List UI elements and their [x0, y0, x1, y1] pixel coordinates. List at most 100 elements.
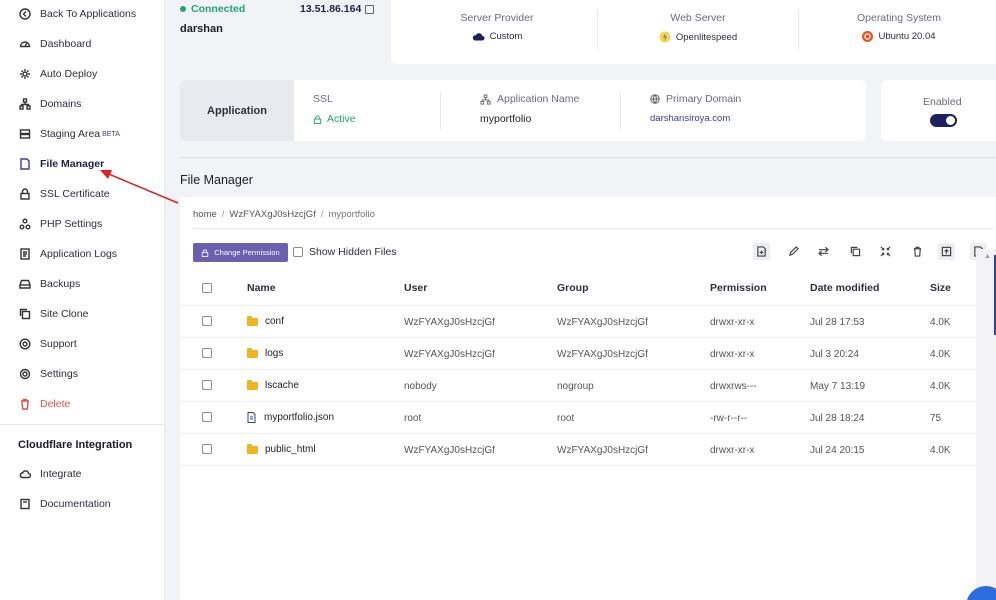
- row-checkbox[interactable]: [202, 348, 212, 358]
- column-header-name[interactable]: Name: [247, 282, 276, 294]
- file-name[interactable]: myportfolio.json: [264, 412, 334, 423]
- row-checkbox[interactable]: [202, 444, 212, 454]
- copy-icon: [18, 307, 32, 321]
- table-row[interactable]: conf WzFYAXgJ0sHzcjGf WzFYAXgJ0sHzcjGf d…: [180, 306, 976, 338]
- breadcrumb-current: myportfolio: [328, 209, 375, 220]
- sidebar-item-support[interactable]: Support: [0, 332, 165, 356]
- sidebar-item-backups[interactable]: Backups: [0, 272, 165, 296]
- cloud-icon: [472, 32, 485, 41]
- table-row[interactable]: public_html WzFYAXgJ0sHzcjGf WzFYAXgJ0sH…: [180, 434, 976, 466]
- file-group: nogroup: [557, 381, 594, 392]
- column-header-permission[interactable]: Permission: [710, 282, 767, 294]
- sidebar-item-application-logs[interactable]: Application Logs: [0, 242, 165, 266]
- select-all-checkbox[interactable]: [202, 283, 212, 296]
- sidebar-item-documentation[interactable]: Documentation: [0, 492, 165, 516]
- sidebar-item-delete[interactable]: Delete: [0, 392, 165, 416]
- folder-icon: [247, 379, 258, 390]
- tab-application[interactable]: Application: [180, 80, 294, 141]
- sidebar-item-label: Staging Area: [40, 128, 101, 140]
- sidebar-item-settings[interactable]: Settings: [0, 362, 165, 386]
- divider: [440, 92, 441, 130]
- divider: [620, 92, 621, 130]
- breadcrumb-home[interactable]: home: [193, 209, 217, 220]
- ssl-status: Active: [327, 113, 356, 125]
- status-dot-icon: [180, 6, 186, 12]
- divider: [193, 228, 993, 229]
- row-checkbox[interactable]: [202, 316, 212, 326]
- change-permission-button[interactable]: Change Permission: [193, 243, 288, 262]
- column-header-size[interactable]: Size: [930, 282, 951, 294]
- table-row[interactable]: myportfolio.json root root -rw-r--r-- Ju…: [180, 402, 976, 434]
- table-row[interactable]: logs WzFYAXgJ0sHzcjGf WzFYAXgJ0sHzcjGf d…: [180, 338, 976, 370]
- copy-icon[interactable]: [365, 4, 375, 14]
- file-name[interactable]: conf: [265, 316, 284, 327]
- move-icon[interactable]: [815, 243, 832, 260]
- file-group: WzFYAXgJ0sHzcjGf: [557, 349, 648, 360]
- column-header-group[interactable]: Group: [557, 282, 589, 294]
- sidebar-item-site-clone[interactable]: Site Clone: [0, 302, 165, 326]
- gauge-icon: [18, 37, 32, 51]
- ubuntu-icon: [862, 31, 874, 42]
- json-file-icon: [247, 412, 256, 423]
- sidebar-item-ssl-certificate[interactable]: SSL Certificate: [0, 182, 165, 206]
- table-row[interactable]: lscache nobody nogroup drwxrws--- May 7 …: [180, 370, 976, 402]
- file-name[interactable]: logs: [265, 348, 283, 359]
- file-permission: drwxr-xr-x: [710, 317, 755, 328]
- lock-icon: [18, 187, 32, 201]
- file-name[interactable]: lscache: [265, 380, 299, 391]
- file-user: nobody: [404, 381, 437, 392]
- breadcrumb-user[interactable]: WzFYAXgJ0sHzcjGf: [229, 209, 315, 220]
- row-checkbox[interactable]: [202, 380, 212, 390]
- sidebar-item-label: File Manager: [40, 158, 105, 170]
- primary-domain-link[interactable]: darshansiroya.com: [650, 113, 741, 124]
- delete-icon[interactable]: [909, 243, 926, 260]
- sidebar-item-integrate[interactable]: Integrate: [0, 462, 165, 486]
- cloud-icon: [18, 467, 32, 481]
- server-provider: Server Provider Custom: [397, 12, 597, 42]
- book-icon: [18, 497, 32, 511]
- folder-icon: [247, 315, 258, 326]
- sidebar-item-domains[interactable]: Domains: [0, 92, 165, 116]
- edit-icon[interactable]: [785, 243, 802, 260]
- breadcrumb-separator: /: [221, 209, 225, 220]
- enabled-card: Enabled: [881, 80, 996, 141]
- web-server-value: Openlitespeed: [675, 31, 738, 43]
- file-size: 4.0K: [930, 381, 951, 392]
- upload-icon[interactable]: [938, 243, 955, 260]
- hard-drive-icon: [18, 277, 32, 291]
- file-date-modified: Jul 3 20:24: [810, 349, 859, 360]
- copy-icon[interactable]: [847, 243, 864, 260]
- sidebar-item-label: PHP Settings: [40, 218, 103, 230]
- scrollbar[interactable]: [976, 249, 996, 600]
- column-header-user[interactable]: User: [404, 282, 427, 294]
- sidebar-item-back-to-applications[interactable]: Back To Applications: [0, 2, 165, 26]
- file-size: 75: [930, 413, 942, 424]
- lifebuoy-icon: [18, 337, 32, 351]
- application-info-card: Application SSL Active Application Name …: [180, 80, 866, 141]
- breadcrumb-separator: /: [320, 209, 324, 220]
- file-name[interactable]: public_html: [265, 444, 316, 455]
- divider: [180, 157, 996, 158]
- sidebar-item-file-manager[interactable]: File Manager: [0, 152, 165, 176]
- globe-icon: [650, 94, 660, 104]
- trash-icon: [18, 397, 32, 411]
- enabled-toggle[interactable]: [930, 114, 957, 127]
- row-checkbox[interactable]: [202, 412, 212, 422]
- scroll-up-icon[interactable]: ▲: [984, 253, 991, 260]
- sidebar-item-dashboard[interactable]: Dashboard: [0, 32, 165, 56]
- sidebar-item-label: Backups: [40, 278, 81, 290]
- file-size: 4.0K: [930, 445, 951, 456]
- sidebar-item-auto-deploy[interactable]: Auto Deploy: [0, 62, 165, 86]
- gear-icon: [18, 67, 32, 81]
- server-name: darshan: [180, 23, 223, 35]
- file-permission: drwxr-xr-x: [710, 349, 755, 360]
- sidebar-item-staging-area[interactable]: Staging Area BETA: [0, 122, 165, 146]
- show-hidden-files-checkbox[interactable]: Show Hidden Files: [293, 246, 397, 258]
- column-header-date-modified[interactable]: Date modified: [810, 282, 879, 294]
- sidebar-item-php-settings[interactable]: PHP Settings: [0, 212, 165, 236]
- server-ip[interactable]: 13.51.86.164: [300, 3, 375, 15]
- sidebar-item-label: Back To Applications: [40, 8, 137, 20]
- checkbox[interactable]: [293, 247, 303, 257]
- compress-icon[interactable]: [877, 243, 894, 260]
- new-file-icon[interactable]: [753, 243, 770, 260]
